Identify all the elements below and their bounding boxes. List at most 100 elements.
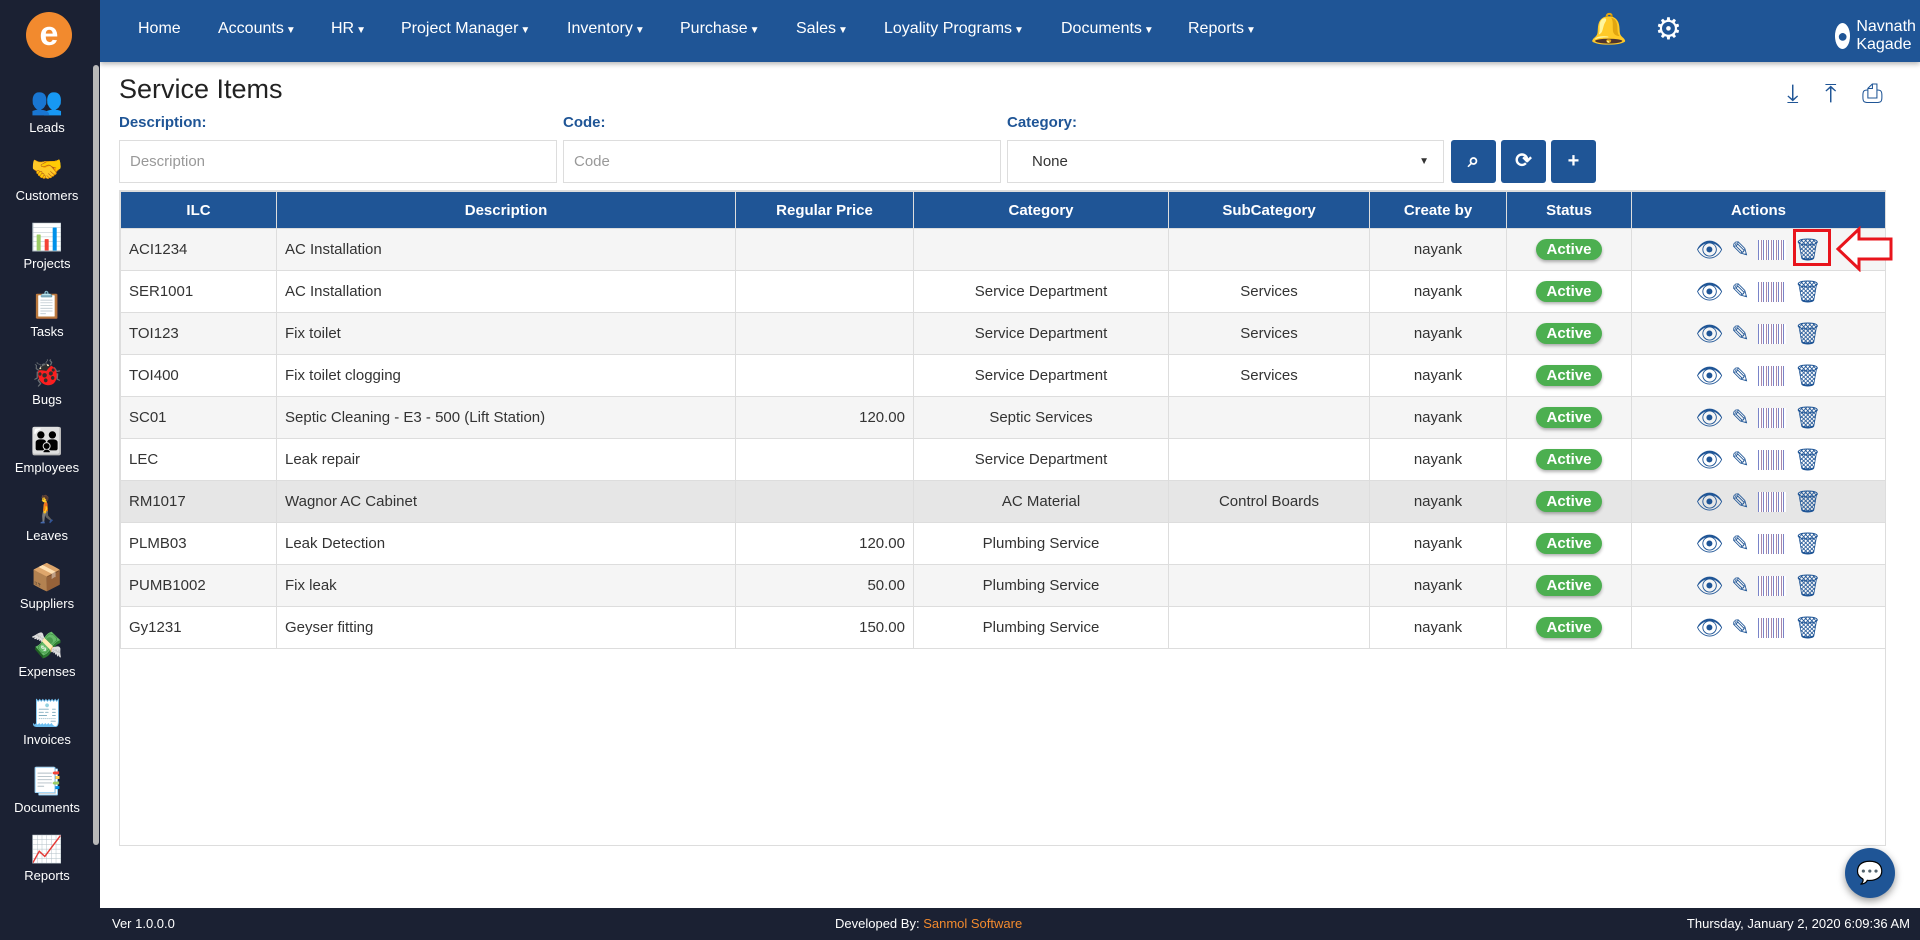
upload-icon[interactable]: ⤒ [1825, 78, 1837, 110]
refresh-button[interactable]: ⟳ [1501, 140, 1546, 183]
nav-label: Inventory [567, 20, 633, 37]
view-eye-icon[interactable]: 👁 [1695, 531, 1723, 557]
sidebar-item-bugs[interactable]: 🐞 Bugs [0, 358, 94, 407]
cell-category: Service Department [913, 312, 1169, 355]
customers-icon: 🤝 [30, 154, 64, 184]
sidebar-item-employees[interactable]: 👪 Employees [0, 426, 94, 475]
barcode-icon[interactable]: | [1757, 449, 1786, 470]
table-row[interactable]: PLMB03 Leak Detection 120.00 Plumbing Servi… [120, 522, 1886, 565]
edit-icon[interactable]: ✎ [1731, 615, 1749, 641]
settings-gears-icon[interactable]: ⚙ [1655, 12, 1682, 47]
column-header: Regular Price [735, 191, 914, 229]
edit-icon[interactable]: ✎ [1731, 405, 1749, 431]
description-input[interactable]: Description [119, 140, 557, 183]
delete-trash-icon[interactable]: 🗑 [1794, 615, 1822, 641]
barcode-icon[interactable]: | [1757, 239, 1786, 260]
view-eye-icon[interactable]: 👁 [1695, 615, 1723, 641]
bell-icon[interactable]: 🔔 [1590, 12, 1627, 47]
table-row[interactable]: LEC Leak repair Service Department nayank Ac… [120, 438, 1886, 481]
category-select[interactable]: None ▼ [1007, 140, 1444, 183]
table-row[interactable]: SC01 Septic Cleaning - E3 - 500 (Lift Sta… [120, 396, 1886, 439]
nav-loyality-programs[interactable]: Loyality Programs ▼ [884, 20, 1024, 38]
view-eye-icon[interactable]: 👁 [1695, 489, 1723, 515]
view-eye-icon[interactable]: 👁 [1695, 237, 1723, 263]
nav-home[interactable]: Home [138, 20, 181, 38]
status-badge: Active [1536, 407, 1602, 428]
table-row[interactable]: TOI123 Fix toilet Service Department Servic… [120, 312, 1886, 355]
sidebar-item-tasks[interactable]: 📋 Tasks [0, 290, 94, 339]
sidebar-scrollbar[interactable] [93, 65, 99, 845]
sidebar-item-documents[interactable]: 📑 Documents [0, 766, 94, 815]
delete-trash-icon[interactable]: 🗑 [1794, 489, 1822, 515]
sidebar-item-expenses[interactable]: 💸 Expenses [0, 630, 94, 679]
sidebar-item-projects[interactable]: 📊 Projects [0, 222, 94, 271]
delete-trash-icon[interactable]: 🗑 [1794, 447, 1822, 473]
sidebar-item-customers[interactable]: 🤝 Customers [0, 154, 94, 203]
delete-trash-icon[interactable]: 🗑 [1794, 279, 1822, 305]
edit-icon[interactable]: ✎ [1731, 573, 1749, 599]
edit-icon[interactable]: ✎ [1731, 237, 1749, 263]
nav-hr[interactable]: HR ▼ [331, 20, 366, 38]
view-eye-icon[interactable]: 👁 [1695, 321, 1723, 347]
search-button[interactable]: ⌕ [1451, 140, 1496, 183]
edit-icon[interactable]: ✎ [1731, 279, 1749, 305]
barcode-icon[interactable]: | [1757, 323, 1786, 344]
table-row[interactable]: PUMB1002 Fix leak 50.00 Plumbing Service nay… [120, 564, 1886, 607]
sidebar-item-leaves[interactable]: 🚶 Leaves [0, 494, 94, 543]
status-badge: Active [1536, 323, 1602, 344]
add-button[interactable]: + [1551, 140, 1596, 183]
edit-icon[interactable]: ✎ [1731, 489, 1749, 515]
cell-regular-price [735, 312, 914, 355]
user-avatar-icon: ● [1835, 23, 1851, 49]
user-menu[interactable]: ● Navnath Kagade [1835, 18, 1920, 54]
nav-label: Sales [796, 20, 837, 37]
print-icon[interactable]: ⎙ [1862, 78, 1883, 110]
barcode-icon[interactable]: | [1757, 407, 1786, 428]
edit-icon[interactable]: ✎ [1731, 363, 1749, 389]
nav-documents[interactable]: Documents ▼ [1061, 20, 1154, 38]
sidebar-item-invoices[interactable]: 🧾 Invoices [0, 698, 94, 747]
table-row[interactable]: Gy1231 Geyser fitting 150.00 Plumbing Servi… [120, 606, 1886, 649]
code-input[interactable]: Code [563, 140, 1001, 183]
sidebar-item-label: Leaves [26, 528, 68, 543]
barcode-icon[interactable]: | [1757, 533, 1786, 554]
sidebar-item-suppliers[interactable]: 📦 Suppliers [0, 562, 94, 611]
company-link[interactable]: Sanmol Software [923, 916, 1022, 931]
table-row[interactable]: SER1001 AC Installation Service Department… [120, 270, 1886, 313]
nav-inventory[interactable]: Inventory ▼ [567, 20, 645, 38]
sidebar-item-leads[interactable]: 👥 Leads [0, 86, 94, 135]
barcode-icon[interactable]: | [1757, 617, 1786, 638]
view-eye-icon[interactable]: 👁 [1695, 405, 1723, 431]
app-logo[interactable]: e [26, 12, 72, 58]
delete-trash-icon[interactable]: 🗑 [1794, 573, 1822, 599]
nav-purchase[interactable]: Purchase ▼ [680, 20, 760, 38]
table-row[interactable]: ACI1234AC InstallationnayankActive👁✎|🗑 [120, 228, 1886, 271]
table-row[interactable]: RM1017 Wagnor AC Cabinet AC Material Contro… [120, 480, 1886, 523]
nav-accounts[interactable]: Accounts ▼ [218, 20, 296, 38]
delete-trash-icon[interactable]: 🗑 [1794, 405, 1822, 431]
barcode-icon[interactable]: | [1757, 365, 1786, 386]
edit-icon[interactable]: ✎ [1731, 321, 1749, 347]
view-eye-icon[interactable]: 👁 [1695, 279, 1723, 305]
sidebar-item-reports[interactable]: 📈 Reports [0, 834, 94, 883]
view-eye-icon[interactable]: 👁 [1695, 447, 1723, 473]
cell-create-by: nayank [1369, 270, 1507, 313]
nav-sales[interactable]: Sales ▼ [796, 20, 848, 38]
edit-icon[interactable]: ✎ [1731, 531, 1749, 557]
projects-icon: 📊 [30, 222, 64, 252]
barcode-icon[interactable]: | [1757, 491, 1786, 512]
barcode-icon[interactable]: | [1757, 575, 1786, 596]
delete-trash-icon[interactable]: 🗑 [1794, 531, 1822, 557]
barcode-icon[interactable]: | [1757, 281, 1786, 302]
view-eye-icon[interactable]: 👁 [1695, 363, 1723, 389]
table-row[interactable]: TOI400 Fix toilet clogging Service Departm… [120, 354, 1886, 397]
nav-reports[interactable]: Reports ▼ [1188, 20, 1256, 38]
view-eye-icon[interactable]: 👁 [1695, 573, 1723, 599]
download-icon[interactable]: ⤓ [1787, 78, 1799, 110]
edit-icon[interactable]: ✎ [1731, 447, 1749, 473]
delete-trash-icon[interactable]: 🗑 [1794, 363, 1822, 389]
chat-button[interactable]: 💬 [1845, 848, 1895, 898]
service-items-table: ILC Description Regular Price Category SubCa… [119, 190, 1886, 846]
delete-trash-icon[interactable]: 🗑 [1794, 321, 1822, 347]
nav-project-manager[interactable]: Project Manager ▼ [401, 20, 530, 38]
